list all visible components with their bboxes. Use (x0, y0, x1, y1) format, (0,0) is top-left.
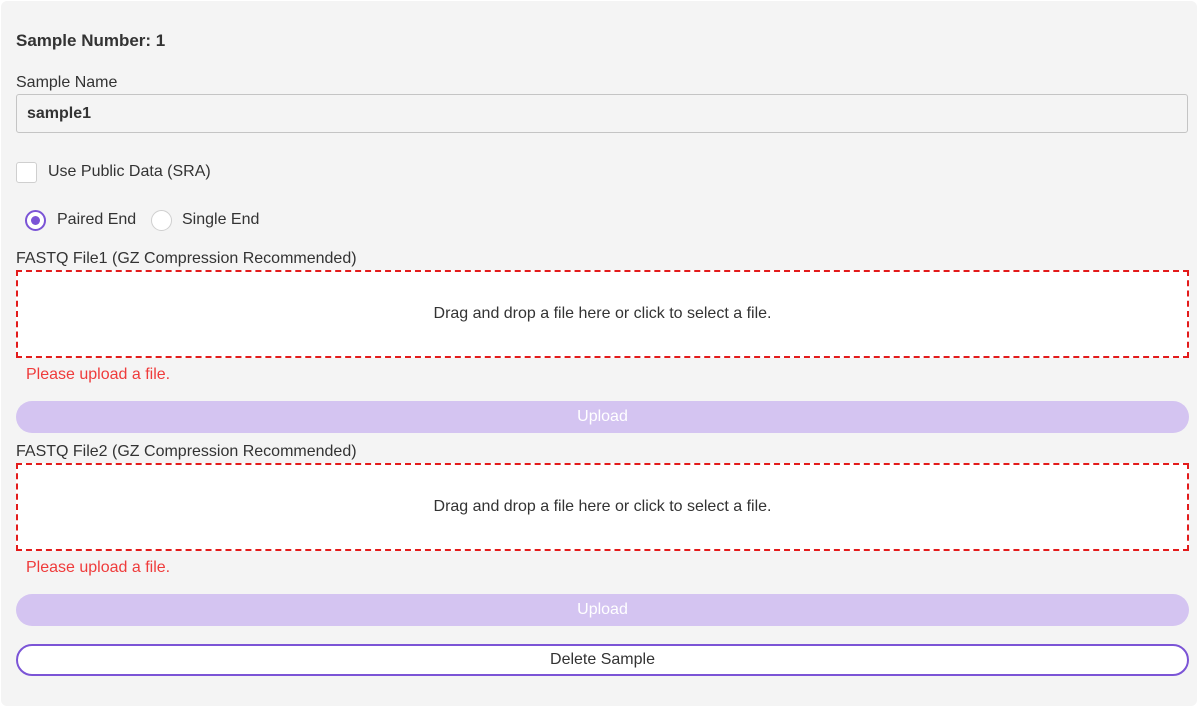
public-data-checkbox[interactable] (16, 162, 37, 183)
dropzone-instruction: Drag and drop a file here or click to se… (433, 498, 772, 515)
sample-name-input[interactable] (16, 94, 1188, 133)
sample-name-label: Sample Name (16, 74, 118, 91)
sample-panel: Sample Number: 1 Sample Name Use Public … (1, 1, 1197, 706)
delete-sample-button[interactable]: Delete Sample (16, 644, 1189, 676)
fastq-file2-dropzone[interactable]: Drag and drop a file here or click to se… (16, 463, 1189, 551)
dropzone-instruction: Drag and drop a file here or click to se… (433, 305, 772, 322)
public-data-label[interactable]: Use Public Data (SRA) (48, 163, 211, 181)
fastq-file2-upload-button[interactable]: Upload (16, 594, 1189, 626)
single-end-label[interactable]: Single End (182, 211, 259, 229)
fastq-file1-upload-button[interactable]: Upload (16, 401, 1189, 433)
fastq-file2-error: Please upload a file. (26, 559, 171, 576)
fastq-file2-label: FASTQ File2 (GZ Compression Recommended) (16, 443, 357, 460)
fastq-file1-dropzone[interactable]: Drag and drop a file here or click to se… (16, 270, 1189, 358)
single-end-radio[interactable] (151, 210, 172, 231)
fastq-file1-error: Please upload a file. (26, 366, 171, 383)
paired-end-radio[interactable] (25, 210, 46, 231)
fastq-file1-label: FASTQ File1 (GZ Compression Recommended) (16, 250, 357, 267)
sample-number-heading: Sample Number: 1 (16, 31, 166, 50)
paired-end-label[interactable]: Paired End (57, 211, 136, 229)
